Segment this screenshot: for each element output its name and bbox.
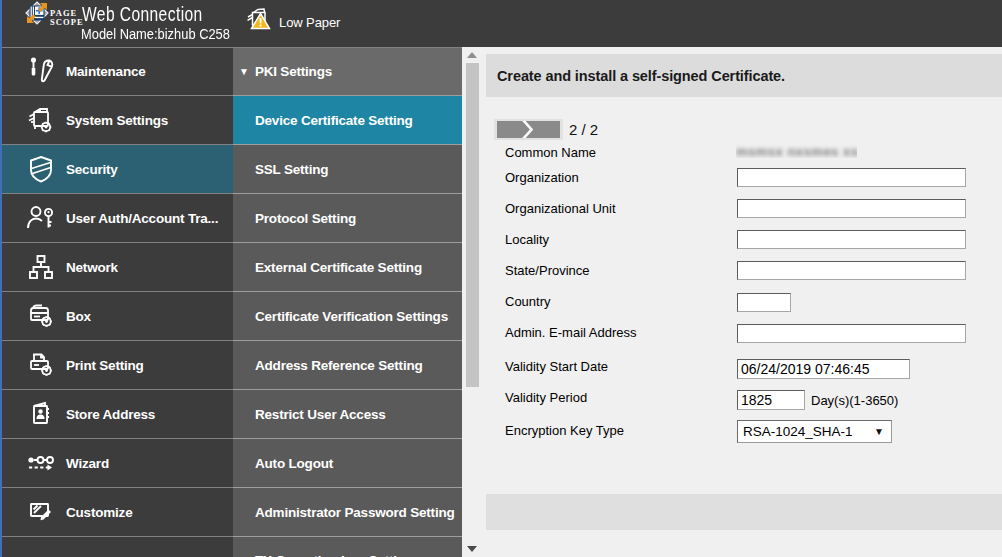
sidebar-item-label: System Settings: [66, 113, 168, 128]
sidebar-item-maintenance[interactable]: Maintenance: [0, 47, 233, 96]
submenu-header-pki-settings[interactable]: ▼ PKI Settings: [233, 47, 462, 96]
scroll-up-icon[interactable]: [467, 52, 477, 58]
field-label-encryption-key-type: Encryption Key Type: [505, 423, 624, 438]
page-header-band: Create and install a self-signed Certifi…: [486, 54, 1002, 97]
sidebar-item-network[interactable]: Network: [0, 243, 233, 292]
field-label-country: Country: [505, 294, 551, 309]
field-label-organization: Organization: [505, 170, 579, 185]
validity-start-date-input[interactable]: [737, 359, 910, 379]
state-province-input[interactable]: [737, 261, 966, 280]
customize-pencil-icon: [24, 495, 58, 529]
sidebar-item-stub: [0, 537, 233, 557]
validity-period-input[interactable]: [737, 390, 805, 410]
address-book-icon: [24, 397, 58, 431]
sidebar-item-box[interactable]: Box: [0, 292, 233, 341]
brand-words: PAGE SCOPE: [50, 9, 84, 26]
main-content: Create and install a self-signed Certifi…: [481, 47, 1002, 557]
scrollbar-thumb[interactable]: [466, 63, 479, 387]
select-dropdown-icon: ▼: [874, 426, 884, 437]
user-key-icon: [24, 201, 58, 235]
submenu-item-device-certificate-setting[interactable]: Device Certificate Setting: [233, 96, 462, 145]
organization-input[interactable]: [737, 168, 966, 187]
brand-word-bottom: SCOPE: [50, 18, 84, 27]
left-edge-accent-line: [0, 0, 2, 557]
collapse-triangle-icon: ▼: [239, 66, 249, 77]
sidebar-item-label: Box: [66, 309, 91, 324]
locality-input[interactable]: [737, 230, 966, 249]
field-label-state-province: State/Province: [505, 263, 590, 278]
submenu-item-administrator-password-setting[interactable]: Administrator Password Setting: [233, 488, 462, 537]
field-label-common-name: Common Name: [505, 145, 596, 160]
sidebar-item-wizard[interactable]: Wizard: [0, 439, 233, 488]
field-label-validity-period: Validity Period: [505, 390, 587, 405]
footer-band: [486, 494, 1002, 530]
country-input[interactable]: [737, 293, 791, 312]
sidebar-item-store-address[interactable]: Store Address: [0, 390, 233, 439]
submenu-item-address-reference-setting[interactable]: Address Reference Setting: [233, 341, 462, 390]
menu-top-separator: [0, 47, 462, 48]
copier-gear-icon: [24, 103, 58, 137]
submenu-header-label: PKI Settings: [255, 64, 332, 79]
submenu-pki-settings: ▼ PKI Settings Device Certificate Settin…: [233, 47, 462, 557]
validity-period-suffix: Day(s)(1-3650): [811, 393, 898, 408]
network-tree-icon: [24, 250, 58, 284]
status-label: Low Paper: [279, 15, 340, 30]
sidebar-item-label: Network: [66, 260, 118, 275]
sidebar-item-label: User Auth/Account Tra...: [66, 211, 218, 226]
admin-email-input[interactable]: [737, 324, 966, 343]
common-name-redacted-value: msmsx nxsmes xssn: [736, 144, 857, 158]
sidebar-item-system-settings[interactable]: System Settings: [0, 96, 233, 145]
shield-icon: [24, 152, 58, 186]
device-status[interactable]: Low Paper: [246, 7, 340, 35]
sidebar-item-label: Print Setting: [66, 358, 144, 373]
submenu-item-protocol-setting[interactable]: Protocol Setting: [233, 194, 462, 243]
select-value: RSA-1024_SHA-1: [743, 424, 874, 439]
top-bar: PAGE SCOPE Web Connection Model Name:biz…: [0, 0, 1002, 47]
step-count: 2 / 2: [569, 119, 598, 140]
sidebar-item-customize[interactable]: Customize: [0, 488, 233, 537]
sidebar-item-label: Customize: [66, 505, 132, 520]
box-device-gear-icon: [24, 299, 58, 333]
field-label-organizational-unit: Organizational Unit: [505, 201, 616, 216]
scroll-down-icon[interactable]: [467, 546, 477, 552]
vertical-scrollbar[interactable]: [462, 47, 481, 557]
encryption-key-type-select[interactable]: RSA-1024_SHA-1 ▼: [737, 420, 892, 443]
sidebar-item-label: Store Address: [66, 407, 155, 422]
sidebar-item-label: Maintenance: [66, 64, 146, 79]
sidebar-item-user-auth[interactable]: User Auth/Account Tra...: [0, 194, 233, 243]
submenu-item-auto-logout[interactable]: Auto Logout: [233, 439, 462, 488]
submenu-item-certificate-verification-settings[interactable]: Certificate Verification Settings: [233, 292, 462, 341]
page-title: Create and install a self-signed Certifi…: [497, 68, 785, 84]
organizational-unit-input[interactable]: [737, 199, 966, 218]
field-label-admin-email: Admin. E-mail Address: [505, 325, 637, 340]
wizard-steps-icon: [24, 446, 58, 480]
sidebar-item-label: Wizard: [66, 456, 109, 471]
printer-gear-icon: [24, 348, 58, 382]
low-paper-warning-icon: [246, 7, 272, 35]
submenu-item-ssl-setting[interactable]: SSL Setting: [233, 145, 462, 194]
model-name: Model Name:bizhub C258: [81, 26, 230, 42]
pagescope-logo-icon: [25, 1, 49, 29]
sidebar-item-label: Security: [66, 162, 118, 177]
sidebar-item-print-setting[interactable]: Print Setting: [0, 341, 233, 390]
sidebar-menu: Maintenance System Settings: [0, 47, 233, 557]
app-title: Web Connection: [82, 3, 203, 26]
field-label-locality: Locality: [505, 232, 549, 247]
submenu-item-restrict-user-access[interactable]: Restrict User Access: [233, 390, 462, 439]
step-indicator: [494, 119, 563, 140]
submenu-item-tx-operation-log-setting[interactable]: TX Operation Log Setting: [233, 537, 462, 557]
sidebar-item-security[interactable]: Security: [0, 145, 233, 194]
wrench-screwdriver-icon: [24, 54, 58, 88]
field-label-validity-start-date: Validity Start Date: [505, 359, 608, 374]
submenu-item-external-certificate-setting[interactable]: External Certificate Setting: [233, 243, 462, 292]
